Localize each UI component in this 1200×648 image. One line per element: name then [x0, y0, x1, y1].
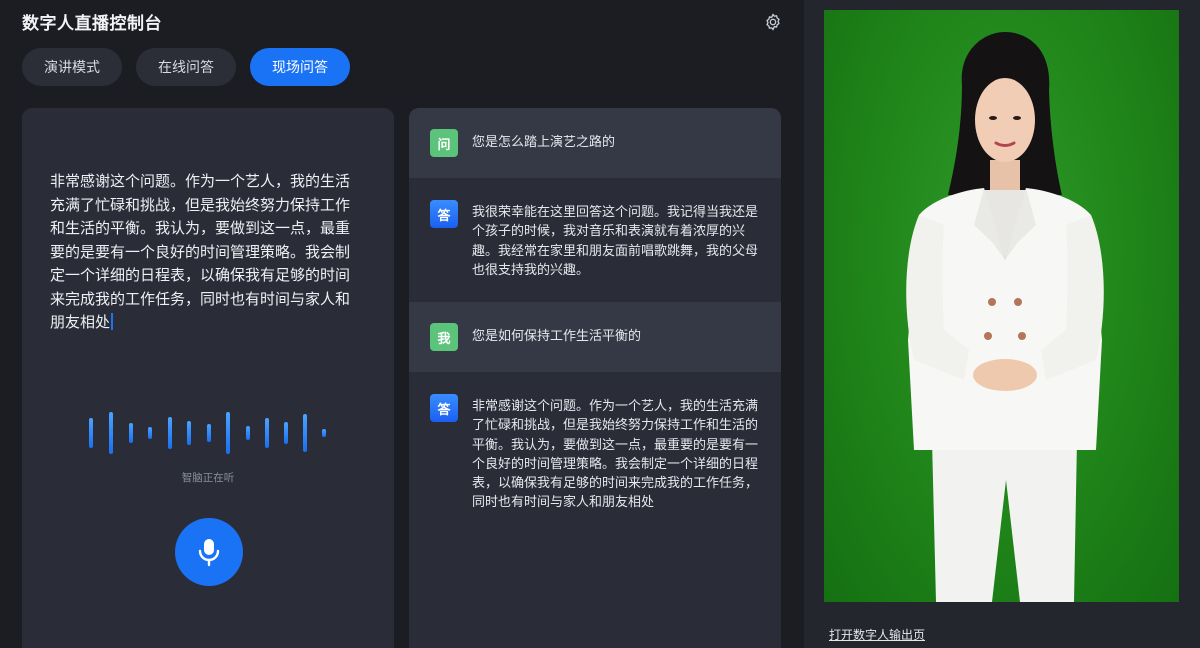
- text-caret: [111, 313, 114, 330]
- presenter-figure: [906, 32, 1104, 602]
- answer-badge: 答: [430, 200, 458, 228]
- answer-text: 非常感谢这个问题。作为一个艺人，我的生活充满了忙碌和挑战，但是我始终努力保持工作…: [472, 399, 759, 511]
- question-text: 您是如何保持工作生活平衡的: [472, 329, 642, 344]
- voice-waveform: [89, 412, 326, 454]
- qa-question-row[interactable]: 我 您是如何保持工作生活平衡的: [409, 302, 781, 372]
- wave-bar: [109, 412, 113, 454]
- wave-bar: [265, 418, 269, 448]
- wave-bar: [284, 422, 288, 444]
- wave-bar: [168, 417, 172, 449]
- speech-transcript-text: 非常感谢这个问题。作为一个艺人，我的生活充满了忙碌和挑战，但是我始终努力保持工作…: [50, 172, 351, 331]
- listening-status: 智脑正在听: [181, 472, 235, 484]
- wave-bar: [129, 423, 133, 443]
- speech-panel: 非常感谢这个问题。作为一个艺人，我的生活充满了忙碌和挑战，但是我始终努力保持工作…: [22, 108, 394, 648]
- tab-speech-mode[interactable]: 演讲模式: [22, 48, 122, 86]
- mode-tabs: 演讲模式 在线问答 现场问答: [22, 48, 350, 86]
- microphone-icon: [198, 539, 220, 567]
- wave-bar: [187, 421, 191, 445]
- page-title: 数字人直播控制台: [22, 14, 162, 34]
- wave-bar: [207, 424, 211, 442]
- wave-bar: [226, 412, 230, 454]
- preview-area: 打开数字人输出页: [804, 0, 1200, 648]
- tab-live-qa[interactable]: 现场问答: [250, 48, 350, 86]
- control-area: 数字人直播控制台 演讲模式 在线问答 现场问答 非常感谢这个问题。作为一个艺人，…: [0, 0, 804, 648]
- speech-transcript: 非常感谢这个问题。作为一个艺人，我的生活充满了忙碌和挑战，但是我始终努力保持工作…: [50, 170, 360, 335]
- tab-online-qa[interactable]: 在线问答: [136, 48, 236, 86]
- question-badge: 问: [430, 129, 458, 157]
- qa-panel: 问 您是怎么踏上演艺之路的 答 我很荣幸能在这里回答这个问题。我记得当我还是个孩…: [409, 108, 781, 648]
- question-badge: 我: [430, 323, 458, 351]
- wave-bar: [322, 429, 326, 437]
- wave-bar: [303, 414, 307, 452]
- gear-icon: [766, 13, 780, 31]
- wave-bar: [148, 427, 152, 439]
- qa-answer-row: 答 我很荣幸能在这里回答这个问题。我记得当我还是个孩子的时候，我对音乐和表演就有…: [409, 178, 781, 302]
- answer-text: 我很荣幸能在这里回答这个问题。我记得当我还是个孩子的时候，我对音乐和表演就有着浓…: [472, 205, 759, 278]
- qa-answer-row: 答 非常感谢这个问题。作为一个艺人，我的生活充满了忙碌和挑战，但是我始终努力保持…: [409, 372, 781, 648]
- wave-bar: [246, 426, 250, 440]
- digital-human-preview: [824, 10, 1179, 602]
- open-output-page-link[interactable]: 打开数字人输出页: [829, 626, 925, 643]
- settings-button[interactable]: [763, 12, 783, 32]
- question-text: 您是怎么踏上演艺之路的: [472, 135, 616, 150]
- microphone-button[interactable]: [175, 518, 243, 586]
- answer-badge: 答: [430, 394, 458, 422]
- qa-question-row[interactable]: 问 您是怎么踏上演艺之路的: [409, 108, 781, 178]
- wave-bar: [89, 418, 93, 448]
